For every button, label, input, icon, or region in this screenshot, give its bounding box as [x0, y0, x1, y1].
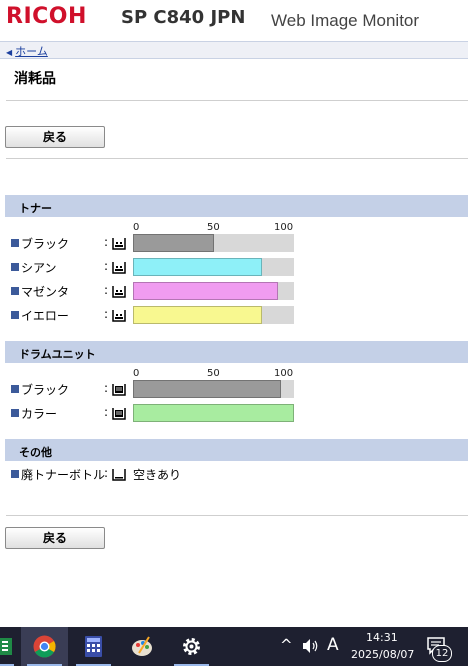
taskbar-app-settings[interactable]: [168, 627, 215, 666]
toner-black-gauge: [133, 234, 294, 252]
page-header: RICOH SP C840 JPN Web Image Monitor: [0, 0, 468, 40]
bullet-icon: [11, 470, 19, 478]
notification-button[interactable]: 12: [420, 627, 460, 666]
toner-heading: トナー: [19, 202, 52, 215]
taskbar-app-paint[interactable]: [119, 627, 166, 666]
settings-icon: [183, 638, 200, 655]
toner-cyan-gauge: [133, 258, 294, 276]
toner-black-label: ブラック: [21, 237, 70, 251]
chevron-up-icon[interactable]: ^: [280, 636, 293, 654]
drum-section-header: ドラムユニット: [5, 341, 468, 363]
toner-black-fill: [133, 234, 214, 252]
scale-label-100: 100: [274, 368, 294, 379]
colon: :: [104, 283, 109, 297]
clock-time[interactable]: 14:31: [366, 631, 398, 644]
chrome-icon: [33, 635, 56, 658]
bullet-icon: [11, 385, 19, 393]
page-title: 消耗品: [14, 71, 56, 87]
toner-cyan-label: シアン: [21, 261, 57, 275]
toner-yellow-gauge: [133, 306, 294, 324]
other-heading: その他: [19, 446, 52, 459]
printer-model: SP C840 JPN: [121, 7, 246, 28]
toner-yellow-fill: [133, 306, 262, 324]
drum-color-gauge: [133, 404, 294, 422]
home-link-label: ホーム: [15, 45, 48, 58]
toner-cyan-fill: [133, 258, 262, 276]
divider: [6, 100, 468, 101]
clock-date[interactable]: 2025/08/07: [351, 648, 414, 661]
paint-icon: [132, 636, 152, 656]
toner-section-header: トナー: [5, 195, 468, 217]
home-link[interactable]: ◀ ホーム: [6, 43, 48, 59]
toner-status-icon: [112, 310, 126, 322]
scale-label-0: 0: [133, 368, 140, 379]
calculator-icon: [85, 636, 102, 657]
drum-color-fill: [133, 404, 294, 422]
drum-black-gauge: [133, 380, 294, 398]
product-name: Web Image Monitor: [271, 11, 420, 30]
scale-label-50: 50: [207, 368, 220, 379]
toner-yellow-label: イエロー: [21, 309, 69, 323]
taskbar-app-excel[interactable]: [0, 627, 18, 666]
bullet-icon: [11, 263, 19, 271]
scale-label-50: 50: [207, 222, 220, 233]
drum-black-fill: [133, 380, 282, 398]
divider: [6, 515, 468, 516]
colon: :: [104, 405, 109, 419]
ime-indicator[interactable]: A: [327, 635, 339, 655]
colon: :: [104, 381, 109, 395]
colon: :: [104, 466, 109, 480]
excel-icon: [0, 638, 12, 655]
drum-status-icon: [112, 408, 126, 420]
toner-magenta-gauge: [133, 282, 294, 300]
notification-badge: 12: [432, 645, 452, 662]
bullet-icon: [11, 239, 19, 247]
scale-label-0: 0: [133, 222, 140, 233]
colon: :: [104, 259, 109, 273]
breadcrumb: ◀ ホーム: [0, 41, 468, 59]
waste-toner-status: 空きあり: [133, 468, 182, 482]
back-button[interactable]: 戻る: [5, 126, 105, 148]
drum-status-icon: [112, 384, 126, 396]
colon: :: [104, 235, 109, 249]
drum-heading: ドラムユニット: [19, 348, 96, 361]
brand-logo: RICOH: [6, 4, 87, 29]
other-section-header: その他: [5, 439, 468, 461]
drum-color-label: カラー: [21, 407, 58, 421]
bullet-icon: [11, 311, 19, 319]
toner-magenta-label: マゼンタ: [21, 285, 70, 299]
scale-label-100: 100: [274, 222, 294, 233]
toner-status-icon: [112, 238, 126, 250]
waste-toner-label: 廃トナーボトル: [21, 468, 106, 482]
back-arrow-icon: ◀: [6, 48, 13, 57]
toner-status-icon: [112, 262, 126, 274]
bullet-icon: [11, 409, 19, 417]
taskbar-app-calculator[interactable]: [70, 627, 117, 666]
divider: [6, 158, 468, 159]
waste-bottle-icon: [112, 469, 126, 481]
taskbar-app-chrome[interactable]: [21, 627, 68, 666]
colon: :: [104, 307, 109, 321]
volume-icon[interactable]: [302, 638, 320, 654]
back-button[interactable]: 戻る: [5, 527, 105, 549]
toner-magenta-fill: [133, 282, 278, 300]
toner-status-icon: [112, 286, 126, 298]
taskbar: ^ A 14:31 2025/08/07 12: [0, 627, 468, 666]
drum-black-label: ブラック: [21, 383, 70, 397]
bullet-icon: [11, 287, 19, 295]
